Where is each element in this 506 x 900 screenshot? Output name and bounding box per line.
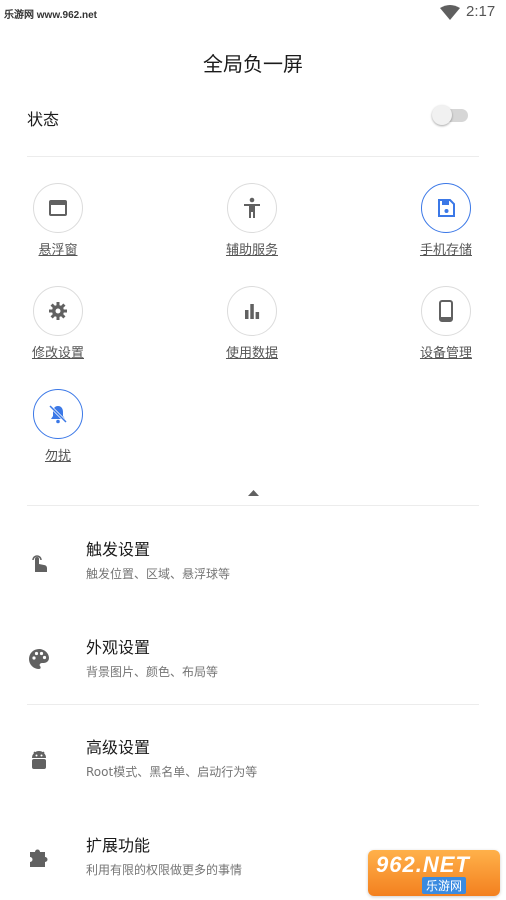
accessibility-icon (227, 183, 277, 233)
tile-label: 悬浮窗 (38, 243, 78, 258)
tile-do-not-disturb[interactable]: 勿扰 (13, 389, 103, 464)
bell-off-icon (33, 389, 83, 439)
tile-usage-data[interactable]: 使用数据 (207, 286, 297, 361)
watermark-domain: 962.NET (376, 852, 470, 877)
palette-icon (28, 648, 50, 674)
setting-subtitle: 背景图片、颜色、布局等 (86, 665, 219, 679)
setting-title: 高级设置 (86, 738, 151, 757)
tile-label: 辅助服务 (225, 243, 278, 258)
tile-accessibility[interactable]: 辅助服务 (207, 183, 297, 258)
status-label: 状态 (27, 110, 60, 129)
clock: 2:17 (466, 3, 496, 20)
tile-device-management[interactable]: 设备管理 (401, 286, 491, 361)
setting-trigger[interactable]: 触发设置 触发位置、区域、悬浮球等 (0, 522, 506, 602)
watermark-logo: 962.NET 乐游网 (368, 850, 500, 896)
touch-icon (28, 550, 50, 578)
tile-label: 设备管理 (419, 346, 472, 361)
setting-subtitle: 利用有限的权限做更多的事情 (86, 863, 243, 877)
android-icon (28, 748, 50, 776)
setting-advanced[interactable]: 高级设置 Root模式、黑名单、启动行为等 (0, 720, 506, 800)
status-bar: 乐游网 www.962.net 2:17 (0, 0, 506, 26)
setting-title: 扩展功能 (86, 836, 151, 855)
gear-icon (33, 286, 83, 336)
toggle-thumb (432, 105, 452, 125)
tile-label: 手机存储 (419, 243, 472, 258)
divider (27, 156, 479, 157)
puzzle-icon (28, 846, 50, 872)
save-icon (421, 183, 471, 233)
phone-icon (421, 286, 471, 336)
tile-modify-settings[interactable]: 修改设置 (13, 286, 103, 361)
setting-subtitle: 触发位置、区域、悬浮球等 (86, 567, 231, 581)
tile-phone-storage[interactable]: 手机存储 (401, 183, 491, 258)
window-icon (33, 183, 83, 233)
setting-title: 触发设置 (86, 540, 151, 559)
collapse-arrow-icon[interactable] (248, 481, 259, 500)
tile-label: 修改设置 (31, 346, 84, 361)
wifi-icon (440, 5, 460, 25)
page-title: 全局负一屏 (203, 52, 303, 76)
status-row: 状态 (0, 98, 506, 134)
tile-label: 勿扰 (44, 449, 71, 464)
tile-label: 使用数据 (225, 346, 278, 361)
setting-appearance[interactable]: 外观设置 背景图片、颜色、布局等 (0, 620, 506, 700)
tile-floating-window[interactable]: 悬浮窗 (13, 183, 103, 258)
setting-subtitle: Root模式、黑名单、启动行为等 (86, 765, 258, 779)
bar-chart-icon (227, 286, 277, 336)
watermark-text: 乐游网 www.962.net (4, 10, 97, 21)
divider (27, 704, 479, 705)
setting-title: 外观设置 (86, 638, 151, 657)
status-toggle[interactable] (432, 105, 470, 125)
divider (27, 505, 479, 506)
watermark-brand: 乐游网 (422, 877, 467, 894)
